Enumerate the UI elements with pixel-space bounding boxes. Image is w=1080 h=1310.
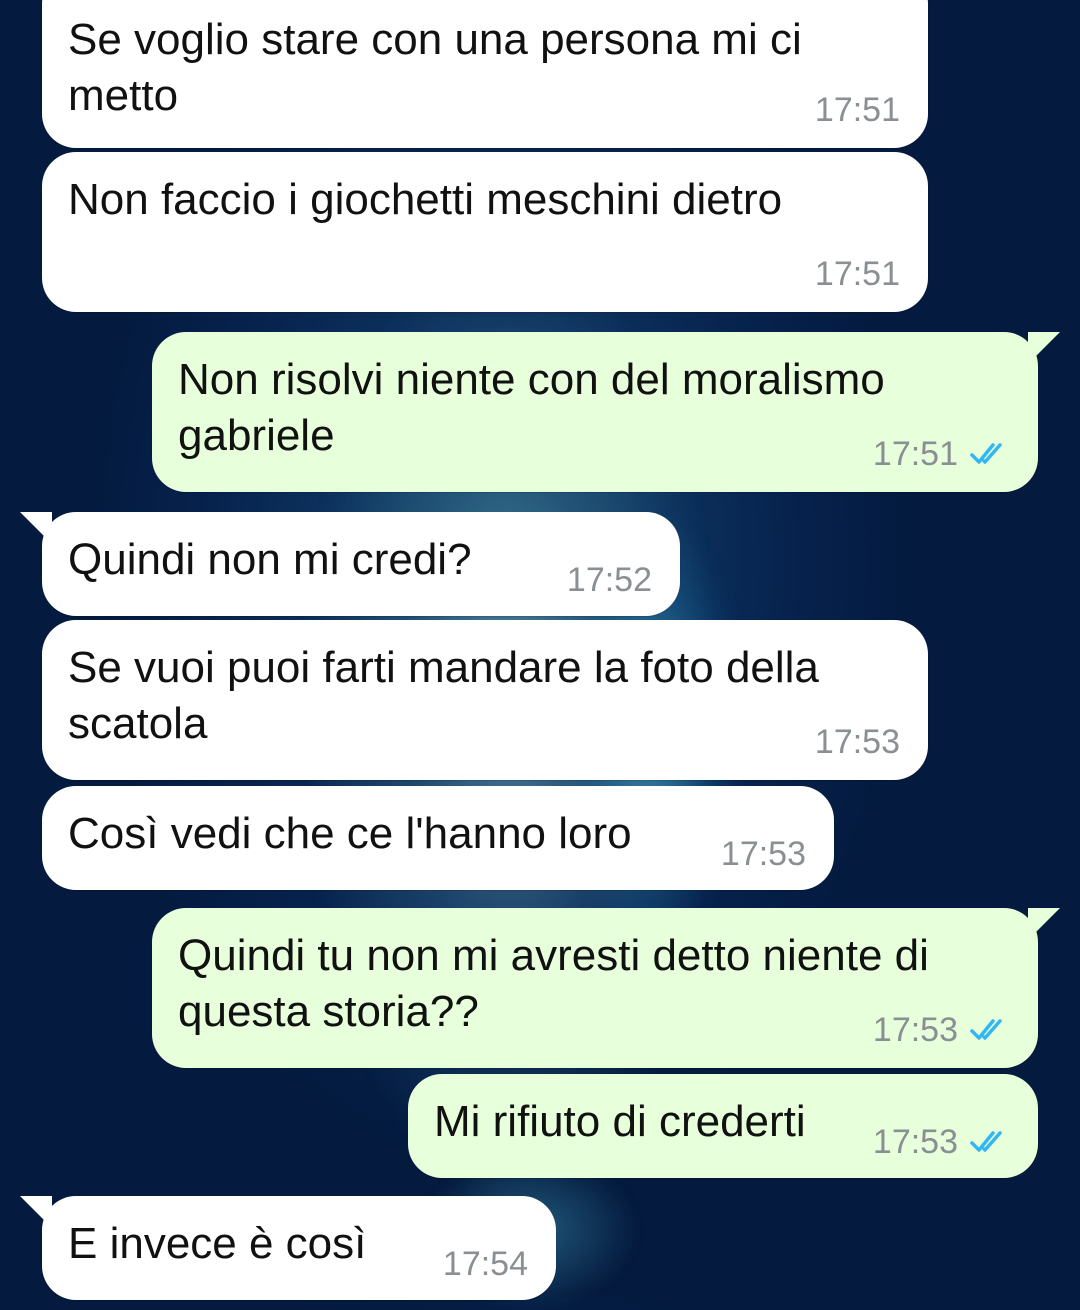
double-check-icon <box>970 1017 1010 1043</box>
message-time: 17:53 <box>720 835 806 873</box>
message-time: 17:51 <box>814 255 900 293</box>
message-meta: 17:52 <box>567 560 652 600</box>
message-meta: 17:53 <box>873 1122 1010 1162</box>
message-text: Così vedi che ce l'hanno loro <box>68 809 632 858</box>
message-meta: 17:54 <box>443 1244 528 1284</box>
message-meta: 17:53 <box>721 834 806 874</box>
message-meta: 17:51 <box>815 90 900 130</box>
double-check-icon <box>970 1129 1010 1155</box>
message-time: 17:51 <box>814 91 900 129</box>
message-bubble-incoming[interactable]: Quindi non mi credi? 17:52 <box>20 512 680 616</box>
message-meta: 17:53 <box>815 722 900 762</box>
message-bubble-incoming[interactable]: Se vuoi puoi farti mandare la foto della… <box>42 620 928 780</box>
double-check-icon <box>970 441 1010 467</box>
message-text: Non faccio i giochetti meschini dietro <box>68 175 783 224</box>
message-bubble-incoming[interactable]: Se voglio stare con una persona mi ci me… <box>42 0 928 148</box>
bubble-tail <box>20 512 52 544</box>
message-time: 17:54 <box>442 1245 528 1283</box>
bubble-tail <box>20 1196 52 1228</box>
message-meta: 17:51 <box>815 254 900 294</box>
message-bubble-outgoing[interactable]: Quindi tu non mi avresti detto niente di… <box>152 908 1060 1068</box>
message-bubble-outgoing[interactable]: Non risolvi niente con del moralismo gab… <box>152 332 1060 492</box>
message-bubble-incoming[interactable]: Non faccio i giochetti meschini dietro 1… <box>42 152 928 312</box>
message-time: 17:53 <box>814 723 900 761</box>
message-meta: 17:51 <box>873 434 1010 474</box>
message-bubble-incoming[interactable]: E invece è così 17:54 <box>20 1196 556 1300</box>
bubble-tail <box>1028 908 1060 940</box>
message-time: 17:52 <box>566 561 652 599</box>
message-bubble-incoming[interactable]: Così vedi che ce l'hanno loro 17:53 <box>42 786 834 890</box>
message-text: Se voglio stare con una persona mi ci me… <box>68 15 802 120</box>
message-time: 17:51 <box>872 435 958 473</box>
message-bubble-outgoing[interactable]: Mi rifiuto di crederti 17:53 <box>408 1074 1038 1178</box>
message-time: 17:53 <box>872 1123 958 1161</box>
message-time: 17:53 <box>872 1011 958 1049</box>
message-text: Se vuoi puoi farti mandare la foto della… <box>68 643 819 748</box>
message-meta: 17:53 <box>873 1010 1010 1050</box>
bubble-tail <box>1028 332 1060 364</box>
